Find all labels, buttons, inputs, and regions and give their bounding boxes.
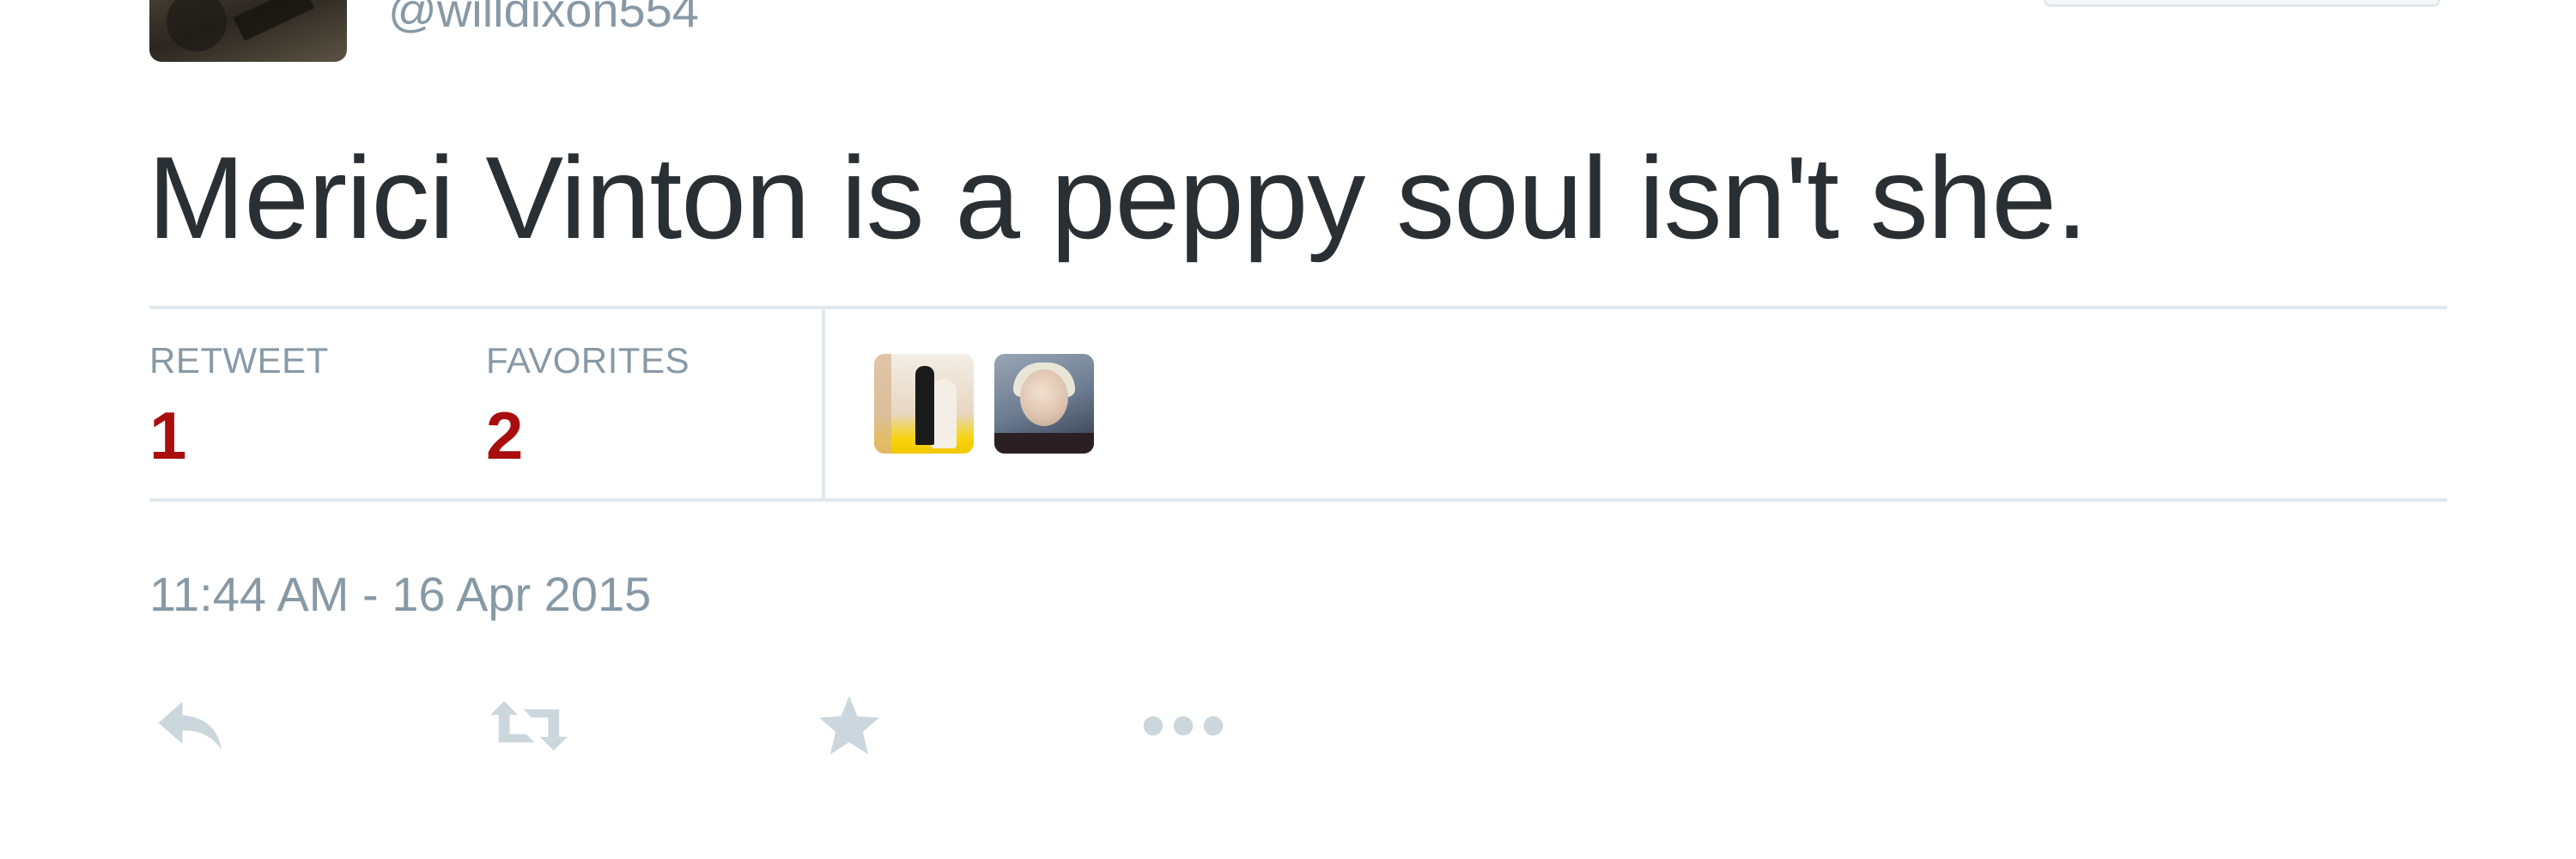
user-handle[interactable]: @willdixon554 [388,0,699,36]
retweet-button[interactable] [488,687,570,765]
avatar-detail [874,354,891,454]
favorites-label[interactable]: FAVORITES [486,340,690,381]
favorite-button[interactable] [811,687,888,765]
favoriter-avatar-2[interactable] [994,354,1094,454]
divider [822,308,825,500]
retweet-icon [490,701,568,751]
more-options-button[interactable] [1140,687,1226,765]
reply-button[interactable] [153,687,230,765]
favorites-count[interactable]: 2 [486,397,523,474]
tweet-card: @willdixon554 Merici Vinton is a peppy s… [0,0,2576,859]
avatar-detail [915,366,934,445]
more-options-icon [1143,716,1224,736]
tweet-text: Merici Vinton is a peppy soul isn't she. [148,132,2088,263]
user-avatar[interactable] [149,0,347,62]
reply-icon [158,702,222,750]
retweet-label[interactable]: RETWEET [149,340,329,381]
avatar-shape [167,0,227,52]
favoriter-avatar-1[interactable] [874,354,974,454]
favorite-star-icon [819,696,879,755]
follow-button[interactable] [2044,0,2440,7]
divider [149,306,2447,309]
avatar-detail [1020,369,1068,426]
avatar-shape [233,0,315,41]
tweet-timestamp[interactable]: 11:44 AM - 16 Apr 2015 [149,567,651,622]
avatar-detail [931,380,957,448]
avatar-detail [994,433,1094,454]
divider [149,498,2447,502]
retweet-count[interactable]: 1 [149,397,186,474]
